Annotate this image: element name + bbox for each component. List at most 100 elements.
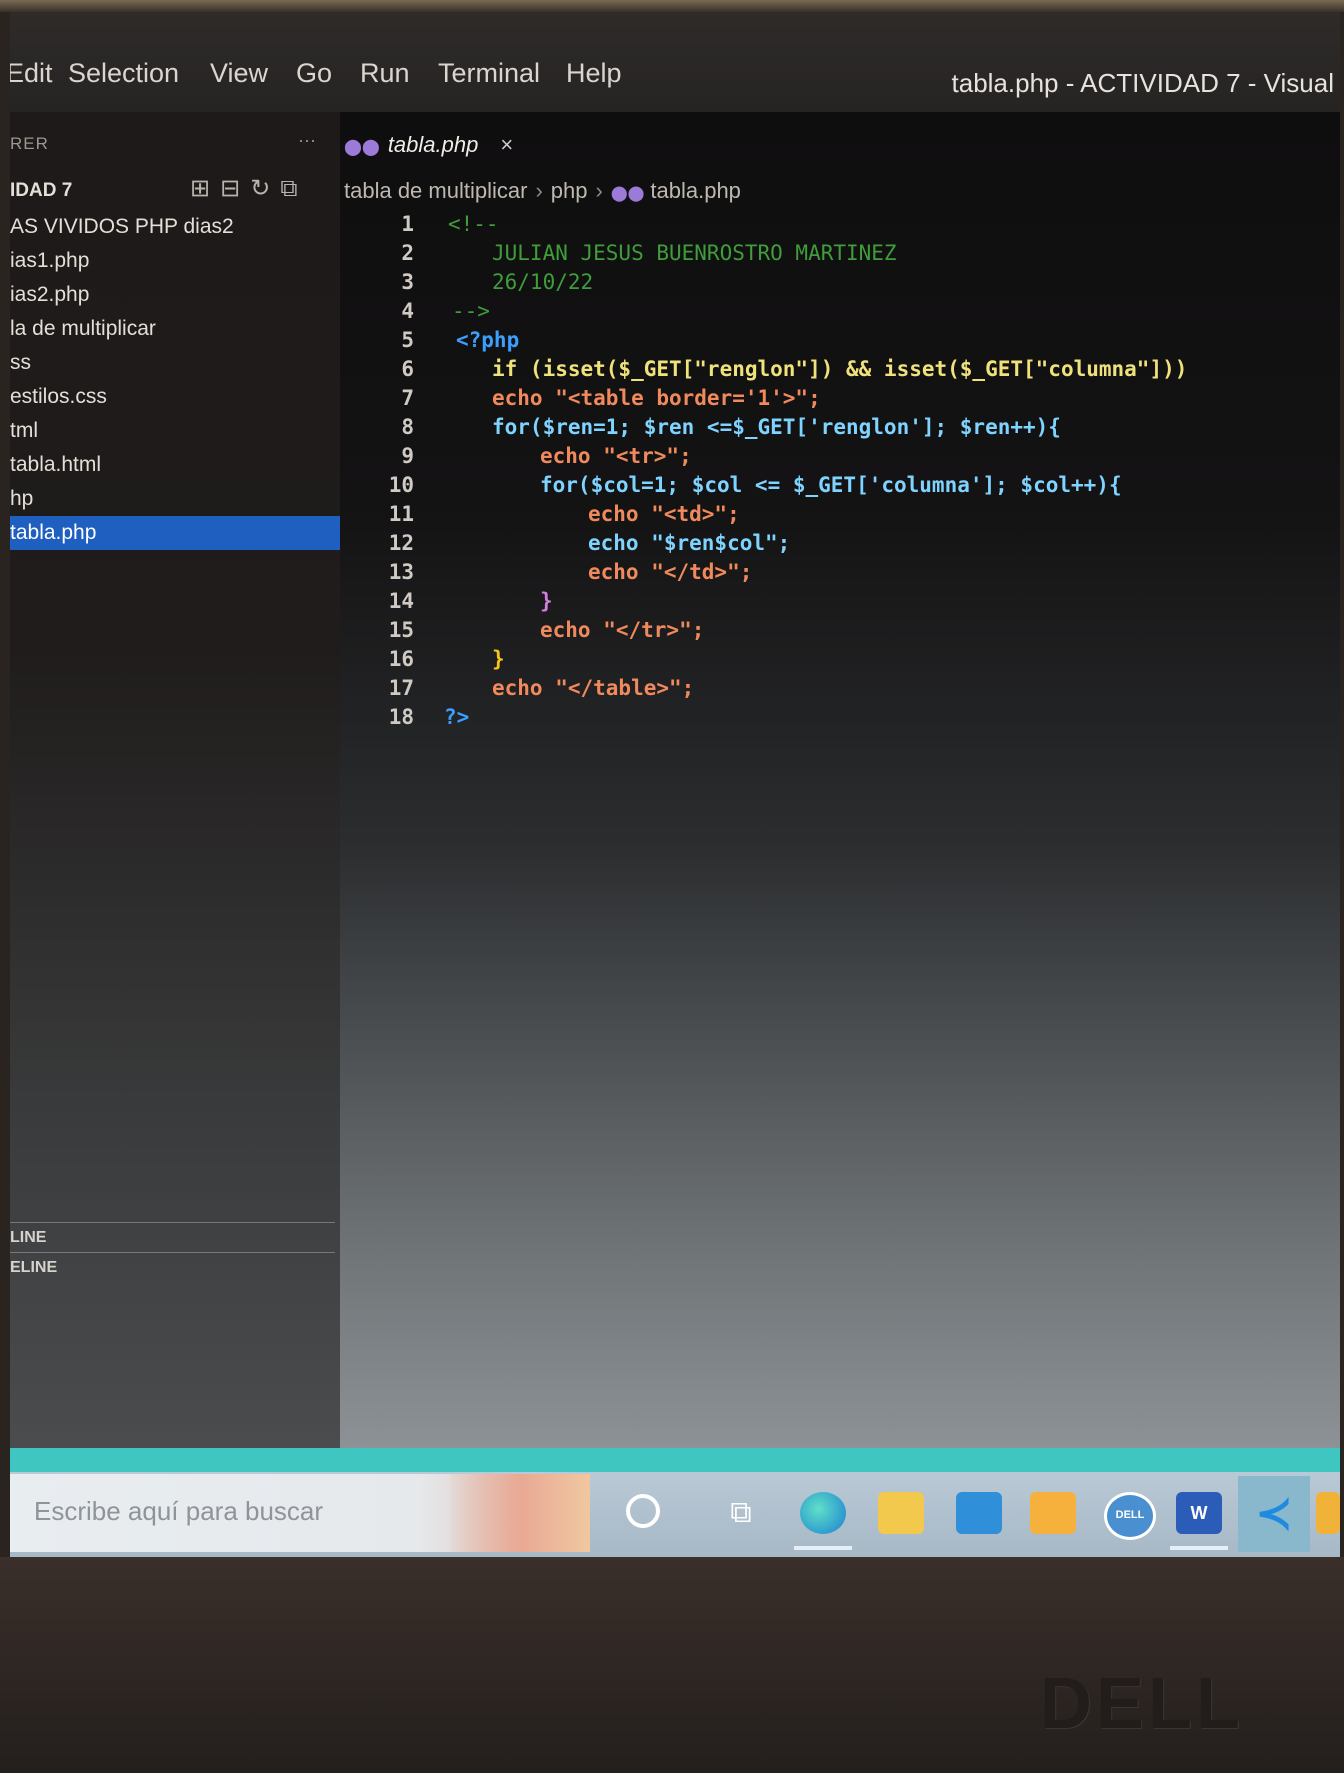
tree-item-dias1[interactable]: ias1.php bbox=[10, 244, 89, 278]
window-title: tabla.php - ACTIVIDAD 7 - Visual bbox=[951, 68, 1334, 98]
code-text: } bbox=[540, 589, 553, 613]
code-line: 2 JULIAN JESUS BUENROSTRO MARTINEZ bbox=[370, 241, 896, 270]
tree-item-tabla-html[interactable]: tabla.html bbox=[10, 448, 101, 482]
file-explorer-icon[interactable] bbox=[878, 1492, 924, 1534]
code-line: 15 echo "</tr>"; bbox=[370, 618, 705, 647]
code-text: 26/10/22 bbox=[492, 270, 594, 294]
code-text: echo "<table border='1'>"; bbox=[492, 386, 821, 410]
explorer-header: RER bbox=[10, 134, 49, 153]
tab-tabla-php[interactable]: ⬤⬤ tabla.php × bbox=[344, 132, 513, 158]
menu-view[interactable]: View bbox=[210, 58, 268, 89]
breadcrumb-file[interactable]: tabla.php bbox=[650, 178, 741, 203]
code-text: echo "</td>"; bbox=[588, 560, 753, 584]
edge-running-indicator bbox=[794, 1546, 852, 1550]
taskbar-search-box[interactable]: Escribe aquí para buscar bbox=[10, 1474, 590, 1552]
code-line: 5 <?php bbox=[370, 328, 519, 357]
menu-go[interactable]: Go bbox=[296, 58, 332, 89]
menu-terminal[interactable]: Terminal bbox=[438, 58, 540, 89]
task-view-icon[interactable]: ⧉ bbox=[718, 1492, 764, 1534]
line-number: 12 bbox=[388, 531, 414, 555]
outline-section[interactable]: LINE bbox=[10, 1222, 335, 1247]
laptop-bezel-bottom: DELL bbox=[0, 1557, 1344, 1773]
code-text: echo "$ren$col"; bbox=[588, 531, 791, 555]
code-text: echo "</table>"; bbox=[492, 676, 695, 700]
new-file-icon[interactable]: ⊞ bbox=[190, 175, 220, 202]
new-folder-icon[interactable]: ⊟ bbox=[220, 175, 250, 202]
edge-icon[interactable] bbox=[800, 1492, 846, 1534]
line-number: 2 bbox=[401, 241, 414, 265]
store-icon[interactable] bbox=[1030, 1492, 1076, 1534]
line-number: 9 bbox=[401, 444, 414, 468]
line-number: 6 bbox=[401, 357, 414, 381]
code-text: for($col=1; $col <= $_GET['columna']; $c… bbox=[540, 473, 1122, 497]
code-line: 6 if (isset($_GET["renglon"]) && isset($_… bbox=[370, 357, 1187, 386]
editor-area: ⬤⬤ tabla.php × tabla de multiplicar › php › ⬤⬤… bbox=[340, 112, 1340, 1450]
tree-item-css-folder[interactable]: ss bbox=[10, 346, 31, 380]
vscode-icon[interactable]: ≺ bbox=[1238, 1476, 1310, 1552]
menu-run[interactable]: Run bbox=[360, 58, 410, 89]
line-number: 17 bbox=[388, 676, 414, 700]
code-line: 13 echo "</td>"; bbox=[370, 560, 753, 589]
tree-item-dias2[interactable]: ias2.php bbox=[10, 278, 89, 312]
line-number: 18 bbox=[388, 705, 414, 729]
collapse-all-icon[interactable]: ⧉ bbox=[280, 175, 307, 202]
line-number: 13 bbox=[388, 560, 414, 584]
code-line: 4 --> bbox=[370, 299, 490, 328]
code-line: 3 26/10/22 bbox=[370, 270, 593, 299]
tab-label: tabla.php bbox=[387, 132, 479, 157]
breadcrumb: tabla de multiplicar › php › ⬤⬤ tabla.php bbox=[344, 178, 741, 204]
close-tab-icon[interactable]: × bbox=[500, 132, 513, 157]
code-line: 10 for($col=1; $col <= $_GET['columna']; … bbox=[370, 473, 1122, 502]
code-text: echo "<tr>"; bbox=[540, 444, 692, 468]
code-text: --> bbox=[452, 299, 490, 323]
mail-icon[interactable] bbox=[956, 1492, 1002, 1534]
word-running-indicator bbox=[1170, 1546, 1228, 1550]
line-number: 11 bbox=[388, 502, 414, 526]
tree-item-php-folder[interactable]: hp bbox=[10, 482, 33, 516]
line-number: 15 bbox=[388, 618, 414, 642]
code-line: 17 echo "</table>"; bbox=[370, 676, 695, 705]
line-number: 16 bbox=[388, 647, 414, 671]
code-text: echo "<td>"; bbox=[588, 502, 740, 526]
more-actions-icon[interactable]: ··· bbox=[298, 130, 316, 151]
laptop-screen: Edit Selection View Go Run Terminal Help… bbox=[10, 12, 1340, 1557]
code-text: if (isset($_GET["renglon"]) && isset($_G… bbox=[492, 357, 1188, 381]
status-strip bbox=[10, 1448, 1340, 1472]
menu-selection[interactable]: Selection bbox=[68, 58, 179, 89]
tree-item-tabla-folder[interactable]: la de multiplicar bbox=[10, 312, 156, 346]
tree-item-html-folder[interactable]: tml bbox=[10, 414, 38, 448]
code-line: 14} bbox=[370, 589, 553, 618]
code-line: 11 echo "<td>"; bbox=[370, 502, 740, 531]
refresh-icon[interactable]: ↻ bbox=[250, 175, 280, 202]
code-text: <?php bbox=[456, 328, 520, 352]
line-number: 3 bbox=[401, 270, 414, 294]
dell-logo: DELL bbox=[1040, 1664, 1244, 1744]
tree-item-tabla-php[interactable]: tabla.php bbox=[10, 516, 340, 550]
code-text: echo "</tr>"; bbox=[540, 618, 705, 642]
tree-item-dias-vividos[interactable]: AS VIVIDOS PHP dias2 bbox=[10, 210, 234, 244]
code-line: 16} bbox=[370, 647, 505, 676]
search-highlight-image bbox=[450, 1474, 590, 1552]
line-number: 7 bbox=[401, 386, 414, 410]
menu-help[interactable]: Help bbox=[566, 58, 622, 89]
code-text: ?> bbox=[444, 705, 470, 729]
other-app-icon[interactable] bbox=[1316, 1492, 1340, 1534]
line-number: 5 bbox=[401, 328, 414, 352]
windows-taskbar: Escribe aquí para buscar ⧉ DELL W ≺ bbox=[10, 1472, 1340, 1557]
code-line: 18 ?> bbox=[370, 705, 470, 734]
search-circle-icon[interactable] bbox=[626, 1494, 660, 1528]
breadcrumb-folder[interactable]: tabla de multiplicar bbox=[344, 178, 527, 203]
laptop-bezel-top bbox=[0, 0, 1344, 12]
word-icon[interactable]: W bbox=[1176, 1492, 1222, 1534]
line-number: 8 bbox=[401, 415, 414, 439]
timeline-section[interactable]: ELINE bbox=[10, 1252, 335, 1277]
menu-bar: Edit Selection View Go Run Terminal Help… bbox=[10, 12, 1340, 112]
line-number: 1 bbox=[401, 212, 414, 236]
menu-edit[interactable]: Edit bbox=[10, 58, 53, 89]
tree-item-estilos[interactable]: estilos.css bbox=[10, 380, 107, 414]
code-line: 8 for($ren=1; $ren <=$_GET['renglon']; $r… bbox=[370, 415, 1061, 444]
project-folder[interactable]: IDAD 7 bbox=[10, 180, 72, 202]
dell-icon[interactable]: DELL bbox=[1104, 1492, 1156, 1540]
breadcrumb-subfolder[interactable]: php bbox=[551, 178, 588, 203]
search-placeholder: Escribe aquí para buscar bbox=[34, 1496, 324, 1526]
